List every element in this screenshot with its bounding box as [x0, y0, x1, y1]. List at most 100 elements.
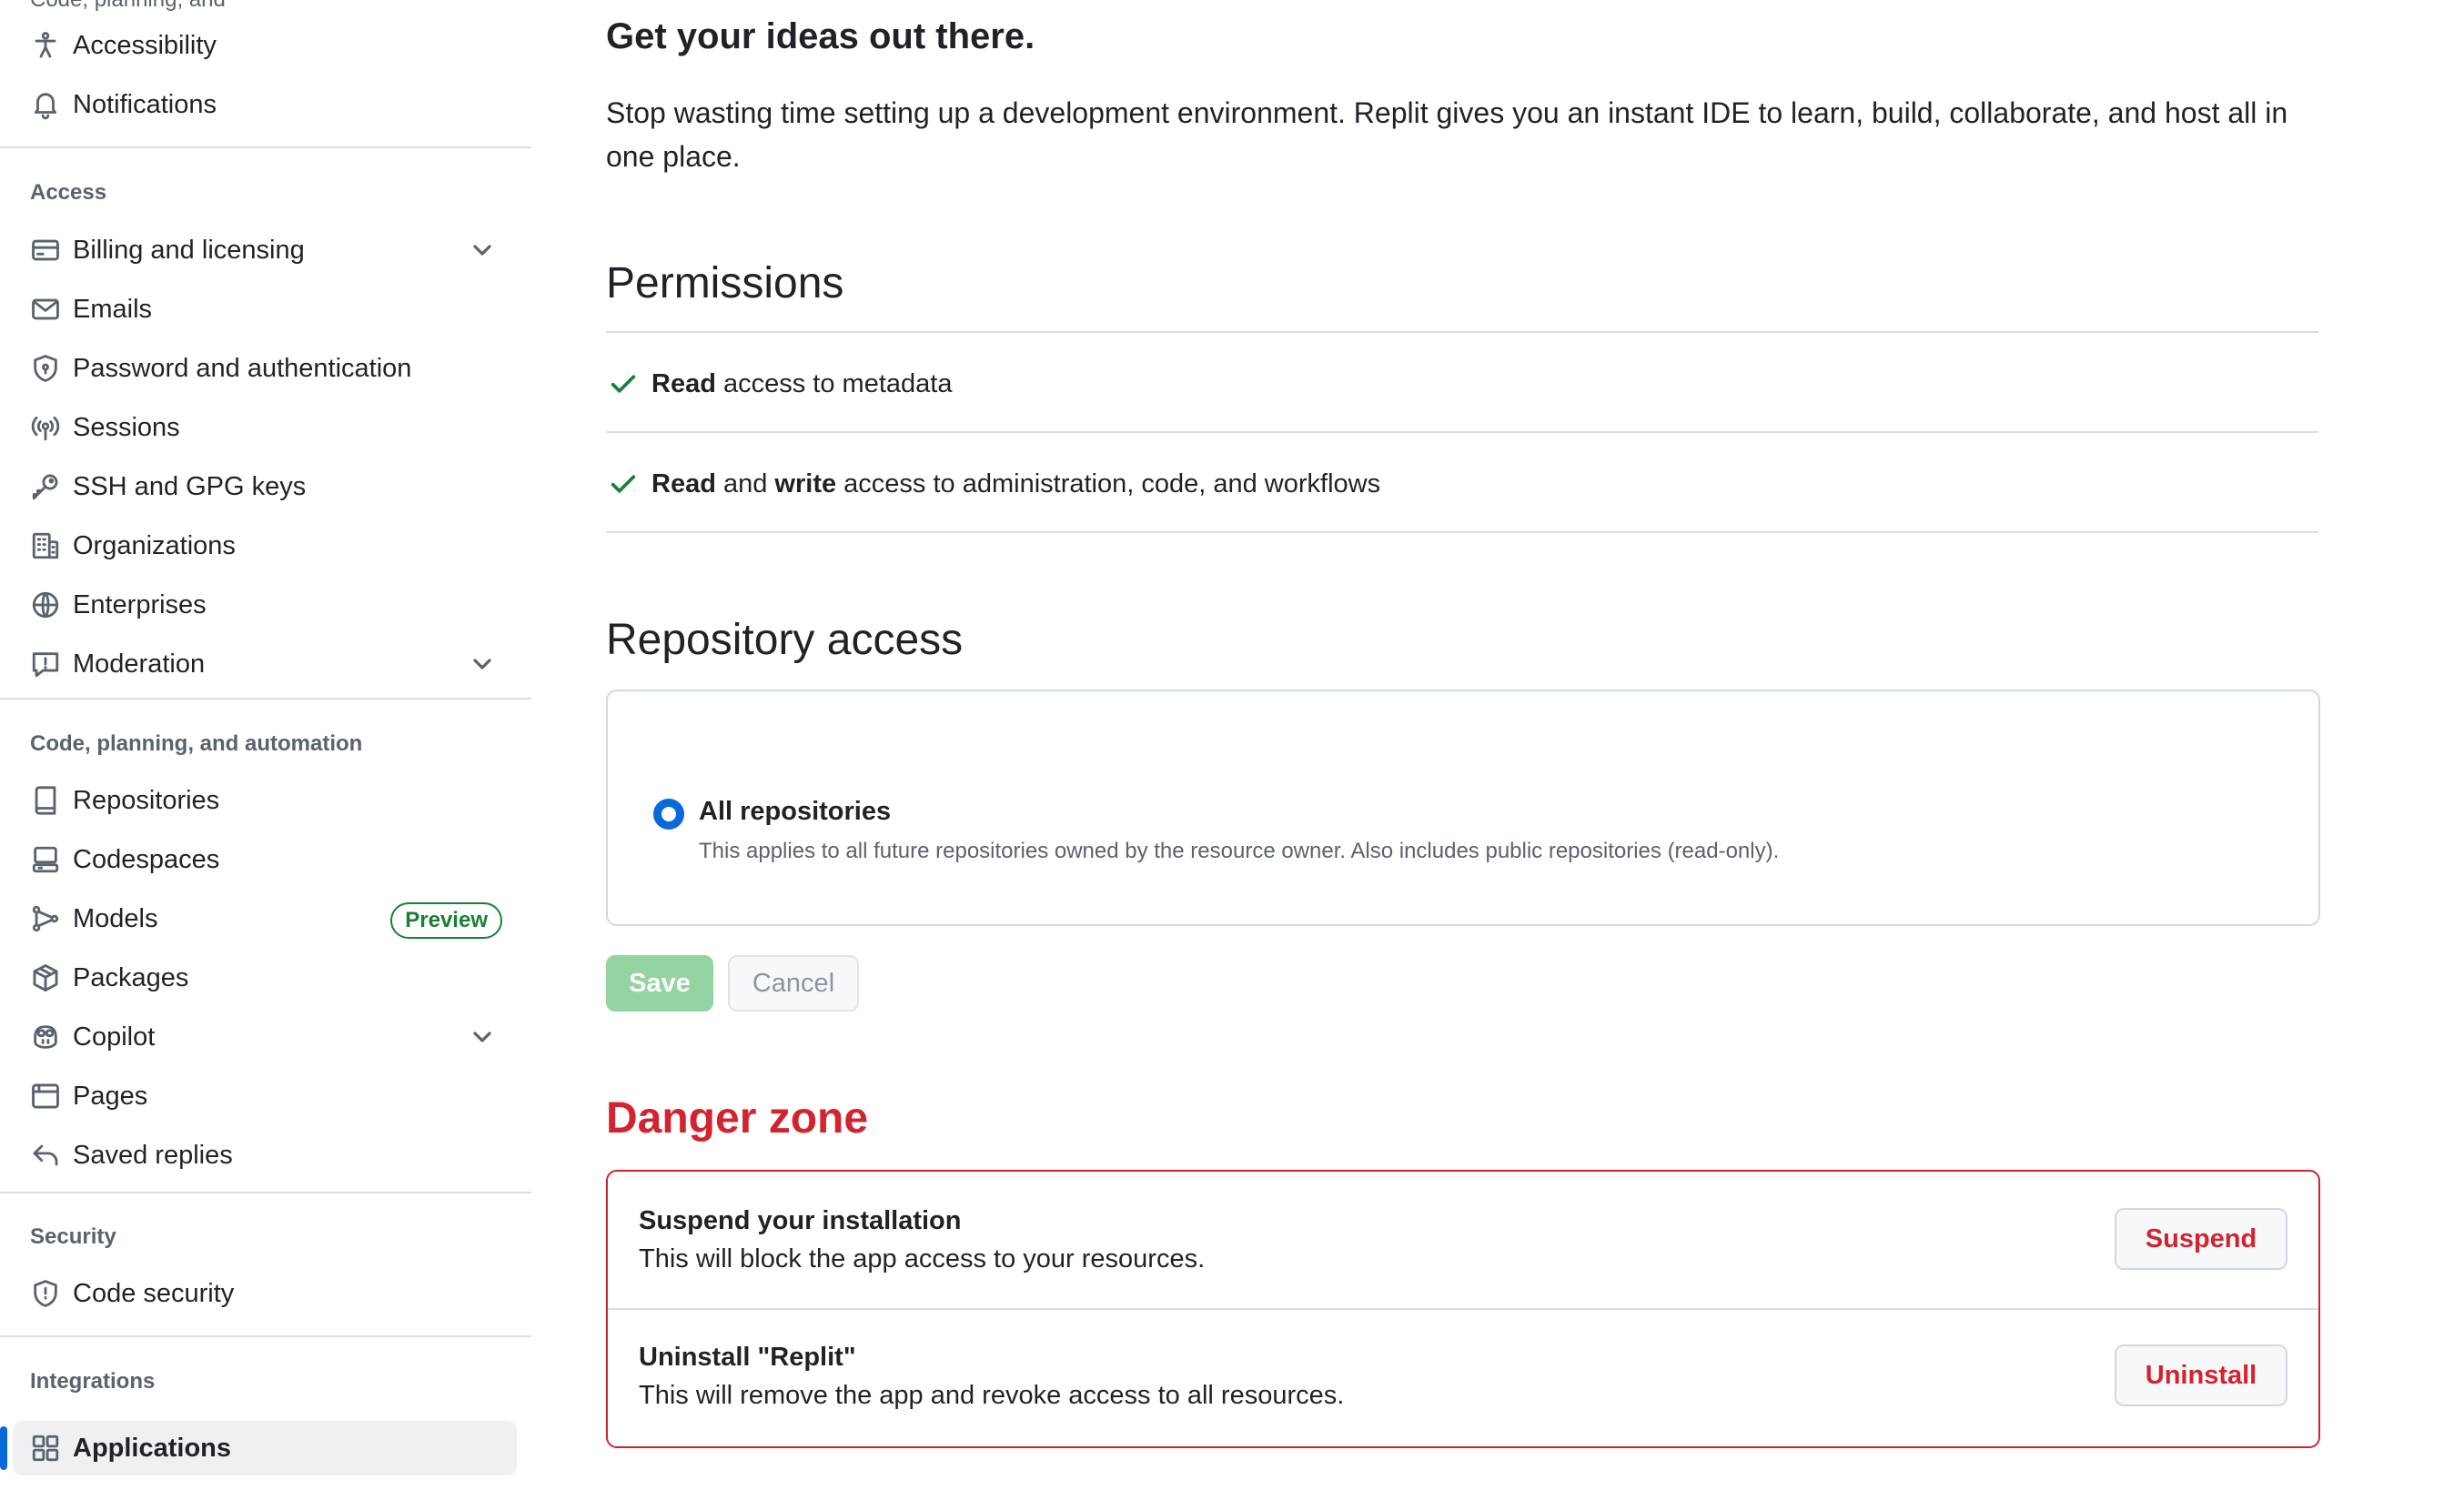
sidebar-divider — [0, 1192, 531, 1193]
repo-icon — [29, 784, 62, 817]
sidebar-item-label: Emails — [73, 294, 153, 324]
report-icon — [29, 648, 62, 680]
sidebar-item-password-authentication[interactable]: Password and authentication — [13, 341, 517, 396]
active-indicator — [0, 1426, 7, 1470]
permission-text: Read and write access to administration,… — [651, 468, 1381, 498]
sidebar-item-code-security[interactable]: Code security — [13, 1266, 517, 1321]
sidebar-item-organizations[interactable]: Organizations — [13, 518, 517, 573]
sidebar-item-label: Enterprises — [73, 589, 207, 619]
codespaces-icon — [29, 843, 62, 876]
uninstall-description: This will remove the app and revoke acce… — [639, 1381, 1345, 1410]
chevron-down-icon[interactable] — [468, 1022, 497, 1052]
sidebar-item-enterprises[interactable]: Enterprises — [13, 578, 517, 632]
app-tagline: Get your ideas out there. — [606, 16, 1035, 56]
suspend-button[interactable]: Suspend — [2115, 1208, 2287, 1270]
reply-icon — [29, 1139, 62, 1172]
apps-icon — [29, 1432, 62, 1465]
sidebar-item-label: Packages — [73, 962, 189, 992]
permissions-divider — [606, 431, 2318, 433]
partial-section-heading: Code, planning, and — [30, 0, 226, 13]
sidebar-item-label: SSH and GPG keys — [73, 471, 307, 501]
sidebar-item-label: Models — [73, 903, 158, 933]
sidebar-item-models[interactable]: Models Preview — [13, 891, 517, 946]
sidebar-item-label: Organizations — [73, 530, 236, 560]
suspend-description: This will block the app access to your r… — [639, 1244, 1206, 1274]
sidebar-item-emails[interactable]: Emails — [13, 282, 517, 337]
package-icon — [29, 961, 62, 994]
permissions-heading: Permissions — [606, 259, 844, 307]
browser-icon — [29, 1080, 62, 1112]
app-description: Stop wasting time setting up a developme… — [606, 96, 2288, 173]
key-icon — [29, 470, 62, 503]
all-repositories-radio[interactable] — [653, 799, 684, 830]
all-repositories-label[interactable]: All repositories — [699, 797, 891, 827]
credit-card-icon — [29, 234, 62, 267]
uninstall-title: Uninstall "Replit" — [639, 1343, 856, 1372]
sidebar-item-label: Password and authentication — [73, 353, 412, 383]
sidebar-item-label: Codespaces — [73, 844, 220, 874]
sidebar-item-label: Pages — [73, 1081, 148, 1111]
permission-row: Read and write access to administration,… — [606, 457, 2318, 511]
sidebar-item-billing[interactable]: Billing and licensing — [13, 223, 517, 277]
shield-icon — [29, 1277, 62, 1310]
organization-icon — [29, 529, 62, 562]
accessibility-icon — [29, 29, 62, 62]
bell-icon — [29, 88, 62, 121]
uninstall-button[interactable]: Uninstall — [2115, 1344, 2287, 1406]
repository-access-box: All repositories This applies to all fut… — [606, 690, 2320, 926]
sidebar-divider — [0, 698, 531, 700]
permission-text: Read access to metadata — [651, 368, 953, 398]
chevron-down-icon[interactable] — [468, 236, 497, 265]
sidebar-item-label: Notifications — [73, 89, 217, 119]
danger-zone-heading: Danger zone — [606, 1094, 869, 1143]
sidebar-divider — [0, 146, 531, 148]
cancel-button[interactable]: Cancel — [728, 955, 859, 1012]
copilot-icon — [29, 1021, 62, 1053]
sidebar-item-saved-replies[interactable]: Saved replies — [13, 1128, 517, 1183]
check-icon — [608, 468, 639, 499]
sidebar-item-label: Repositories — [73, 785, 220, 815]
sidebar-item-packages[interactable]: Packages — [13, 951, 517, 1005]
suspend-row: Suspend your installation This will bloc… — [608, 1172, 2318, 1308]
sidebar-item-repositories[interactable]: Repositories — [13, 773, 517, 828]
sidebar-divider — [0, 1335, 531, 1337]
permission-row: Read access to metadata — [606, 357, 2318, 411]
shield-lock-icon — [29, 352, 62, 385]
all-repositories-description: This applies to all future repositories … — [699, 839, 1780, 863]
section-heading-security: Security — [30, 1224, 116, 1249]
uninstall-row: Uninstall "Replit" This will remove the … — [608, 1308, 2318, 1445]
sidebar-item-pages[interactable]: Pages — [13, 1069, 517, 1123]
settings-sidebar: Code, planning, and Accessibility Notifi… — [0, 0, 531, 1490]
preview-badge: Preview — [390, 902, 502, 939]
sidebar-item-copilot[interactable]: Copilot — [13, 1010, 517, 1064]
section-heading-integrations: Integrations — [30, 1369, 156, 1394]
sidebar-item-label: Accessibility — [73, 30, 217, 60]
broadcast-icon — [29, 411, 62, 444]
sidebar-item-moderation[interactable]: Moderation — [13, 637, 517, 691]
repository-access-heading: Repository access — [606, 616, 964, 664]
sidebar-item-accessibility[interactable]: Accessibility — [13, 18, 517, 73]
chevron-down-icon[interactable] — [468, 649, 497, 679]
sidebar-item-ssh-gpg-keys[interactable]: SSH and GPG keys — [13, 459, 517, 514]
sidebar-item-label: Moderation — [73, 649, 206, 679]
models-icon — [29, 902, 62, 935]
sidebar-item-label: Code security — [73, 1278, 235, 1308]
sidebar-item-notifications[interactable]: Notifications — [13, 77, 517, 132]
suspend-title: Suspend your installation — [639, 1206, 962, 1235]
check-icon — [608, 368, 639, 399]
sidebar-item-applications[interactable]: Applications — [13, 1421, 517, 1475]
section-heading-code-planning: Code, planning, and automation — [30, 731, 363, 756]
mail-icon — [29, 293, 62, 326]
permissions-divider — [606, 331, 2318, 333]
sidebar-item-codespaces[interactable]: Codespaces — [13, 832, 517, 887]
sidebar-item-label: Saved replies — [73, 1140, 233, 1170]
sidebar-item-label: Applications — [73, 1433, 232, 1463]
save-button[interactable]: Save — [606, 955, 713, 1012]
sidebar-item-label: Copilot — [73, 1022, 156, 1052]
sidebar-item-sessions[interactable]: Sessions — [13, 400, 517, 455]
globe-icon — [29, 589, 62, 621]
danger-zone-box: Suspend your installation This will bloc… — [606, 1170, 2320, 1448]
permissions-divider — [606, 531, 2318, 533]
sidebar-item-label: Billing and licensing — [73, 235, 305, 265]
section-heading-access: Access — [30, 180, 107, 205]
